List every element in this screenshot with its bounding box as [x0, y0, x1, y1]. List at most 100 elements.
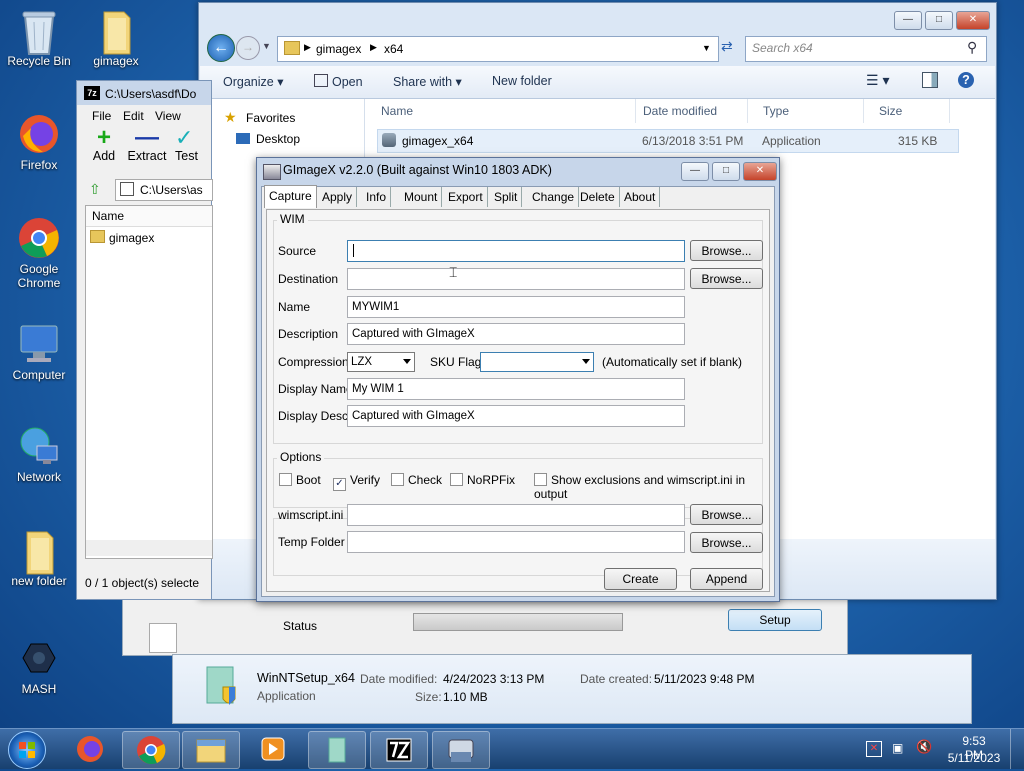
description-input[interactable]: Captured with GImageX — [347, 323, 685, 345]
open-button[interactable]: Open — [314, 74, 363, 89]
extract-button[interactable]: — Extract — [127, 126, 167, 164]
taskbar-7zip[interactable] — [370, 731, 428, 769]
desktop-icon-google-chrome[interactable]: Google Chrome — [1, 216, 77, 290]
tab-change[interactable]: Change — [528, 187, 580, 207]
show-desktop-button[interactable] — [1010, 729, 1024, 769]
tab-mount[interactable]: Mount — [400, 187, 443, 207]
append-button[interactable]: Append — [690, 568, 763, 590]
name-input[interactable]: MYWIM1 — [347, 296, 685, 318]
file-row[interactable]: gimagex_x64 6/13/2018 3:51 PM Applicatio… — [377, 129, 959, 153]
up-folder-icon[interactable]: ⇧ — [89, 181, 101, 198]
temp-folder-input[interactable] — [347, 531, 685, 553]
address-dropdown-icon[interactable]: ▼ — [702, 43, 711, 53]
preview-pane-icon[interactable] — [922, 72, 938, 88]
search-input[interactable]: Search x64 ⚲ — [745, 36, 987, 62]
gx-close-button[interactable]: ✕ — [743, 162, 777, 181]
tab-about[interactable]: About — [620, 187, 661, 207]
taskbar-media-player[interactable] — [244, 731, 300, 767]
start-button[interactable] — [8, 731, 46, 769]
gx-minimize-button[interactable]: — — [681, 162, 709, 181]
desktop-icon-network[interactable]: Network — [1, 424, 77, 484]
taskbar-firefox[interactable] — [62, 731, 118, 767]
tab-capture[interactable]: Capture — [264, 185, 317, 208]
maximize-button[interactable]: □ — [925, 11, 953, 30]
desktop-icon-new-folder[interactable]: new folder — [1, 528, 77, 588]
show-exclusions-checkbox[interactable]: Show exclusions and wimscript.ini in out… — [534, 473, 769, 501]
desktop-icon-firefox[interactable]: Firefox — [1, 112, 77, 172]
display-name-input[interactable]: My WIM 1 — [347, 378, 685, 400]
menu-file[interactable]: File — [92, 109, 111, 123]
desktop-icon-gimagex[interactable]: gimagex — [78, 8, 154, 68]
sevenzip-column-name[interactable]: Name — [86, 206, 212, 227]
wimscript-input[interactable] — [347, 504, 685, 526]
menu-view[interactable]: View — [155, 109, 181, 123]
recent-dropdown-icon[interactable]: ▼ — [262, 41, 271, 51]
command-bar: Organize ▾ Open Share with ▾ New folder … — [200, 66, 995, 99]
destination-browse-button[interactable]: Browse... — [690, 268, 763, 289]
breadcrumb-gimagex[interactable]: gimagex — [316, 42, 361, 56]
norpfix-checkbox[interactable]: NoRPFix — [450, 473, 515, 487]
column-type[interactable]: Type — [747, 99, 864, 123]
check-checkbox[interactable]: Check — [391, 473, 442, 487]
taskbar-gimagex[interactable] — [432, 731, 490, 769]
clock-date[interactable]: 5/11/2023 — [944, 751, 1004, 765]
source-browse-button[interactable]: Browse... — [690, 240, 763, 261]
taskbar-setup[interactable] — [308, 731, 366, 769]
organize-button[interactable]: Organize ▾ — [223, 74, 283, 89]
back-arrow-icon[interactable]: ← — [207, 34, 235, 62]
temp-folder-browse-button[interactable]: Browse... — [690, 532, 763, 553]
forward-arrow-icon[interactable]: → — [236, 36, 260, 60]
tab-info[interactable]: Info — [362, 187, 392, 207]
firefox-icon — [17, 112, 61, 156]
source-input[interactable] — [347, 240, 685, 262]
close-button[interactable]: ✕ — [956, 11, 990, 30]
boot-checkbox[interactable]: Boot — [279, 473, 321, 487]
horizontal-scrollbar[interactable] — [86, 540, 212, 556]
add-button[interactable]: + Add — [91, 124, 117, 164]
menu-edit[interactable]: Edit — [123, 109, 144, 123]
gx-maximize-button[interactable]: □ — [712, 162, 740, 181]
desktop-icon-recycle-bin[interactable]: Recycle Bin — [1, 8, 77, 68]
view-options-icon[interactable]: ☰ ▾ — [866, 72, 889, 89]
create-button[interactable]: Create — [604, 568, 677, 590]
help-icon[interactable]: ? — [958, 72, 974, 88]
test-button[interactable]: ✓ Test — [175, 127, 211, 163]
address-bar[interactable]: ▶ gimagex ▶ x64 ▼ — [277, 36, 719, 62]
wimscript-browse-button[interactable]: Browse... — [690, 504, 763, 525]
destination-input[interactable] — [347, 268, 685, 290]
capture-tab-panel: WIM Source Browse... Destination Browse.… — [266, 209, 770, 592]
column-date-modified[interactable]: Date modified — [627, 99, 748, 123]
details-date-modified: 4/24/2023 3:13 PM — [443, 672, 545, 686]
tab-apply[interactable]: Apply — [318, 187, 358, 207]
display-desc-input[interactable]: Captured with GImageX — [347, 405, 685, 427]
column-size[interactable]: Size — [863, 99, 950, 123]
taskbar-explorer[interactable] — [182, 731, 240, 769]
taskbar-chrome[interactable] — [122, 731, 180, 769]
sku-flag-select[interactable] — [480, 352, 594, 372]
desktop-icon-mash[interactable]: MASH — [1, 636, 77, 696]
file-date: 6/13/2018 3:51 PM — [642, 134, 744, 148]
refresh-icon[interactable]: ⇄ — [721, 38, 739, 58]
winntsetup-window: Status Setup — [122, 596, 848, 656]
list-item[interactable]: gimagex — [90, 230, 154, 245]
share-with-button[interactable]: Share with ▾ — [393, 74, 462, 89]
column-name[interactable]: Name — [365, 99, 636, 123]
action-center-icon[interactable]: ✕ — [866, 741, 882, 757]
setup-button[interactable]: Setup — [728, 609, 822, 631]
breadcrumb-x64[interactable]: x64 — [384, 42, 403, 56]
tab-delete[interactable]: Delete — [576, 187, 620, 207]
nav-favorites[interactable]: Favorites — [246, 111, 295, 125]
compression-select[interactable]: LZX — [347, 352, 415, 372]
minimize-button[interactable]: — — [894, 11, 922, 30]
volume-muted-icon[interactable]: 🔇 — [916, 739, 932, 755]
file-type: Application — [762, 134, 821, 148]
tab-export[interactable]: Export — [444, 187, 488, 207]
nav-desktop[interactable]: Desktop — [256, 132, 300, 146]
desktop-icon-computer[interactable]: Computer — [1, 322, 77, 382]
new-folder-button[interactable]: New folder — [492, 74, 552, 88]
plus-icon: + — [96, 124, 111, 151]
verify-checkbox[interactable]: ✓ Verify — [333, 473, 380, 491]
sevenzip-path-input[interactable]: C:\Users\as — [115, 179, 213, 201]
network-tray-icon[interactable]: ▣ — [892, 741, 908, 755]
tab-split[interactable]: Split — [490, 187, 523, 207]
